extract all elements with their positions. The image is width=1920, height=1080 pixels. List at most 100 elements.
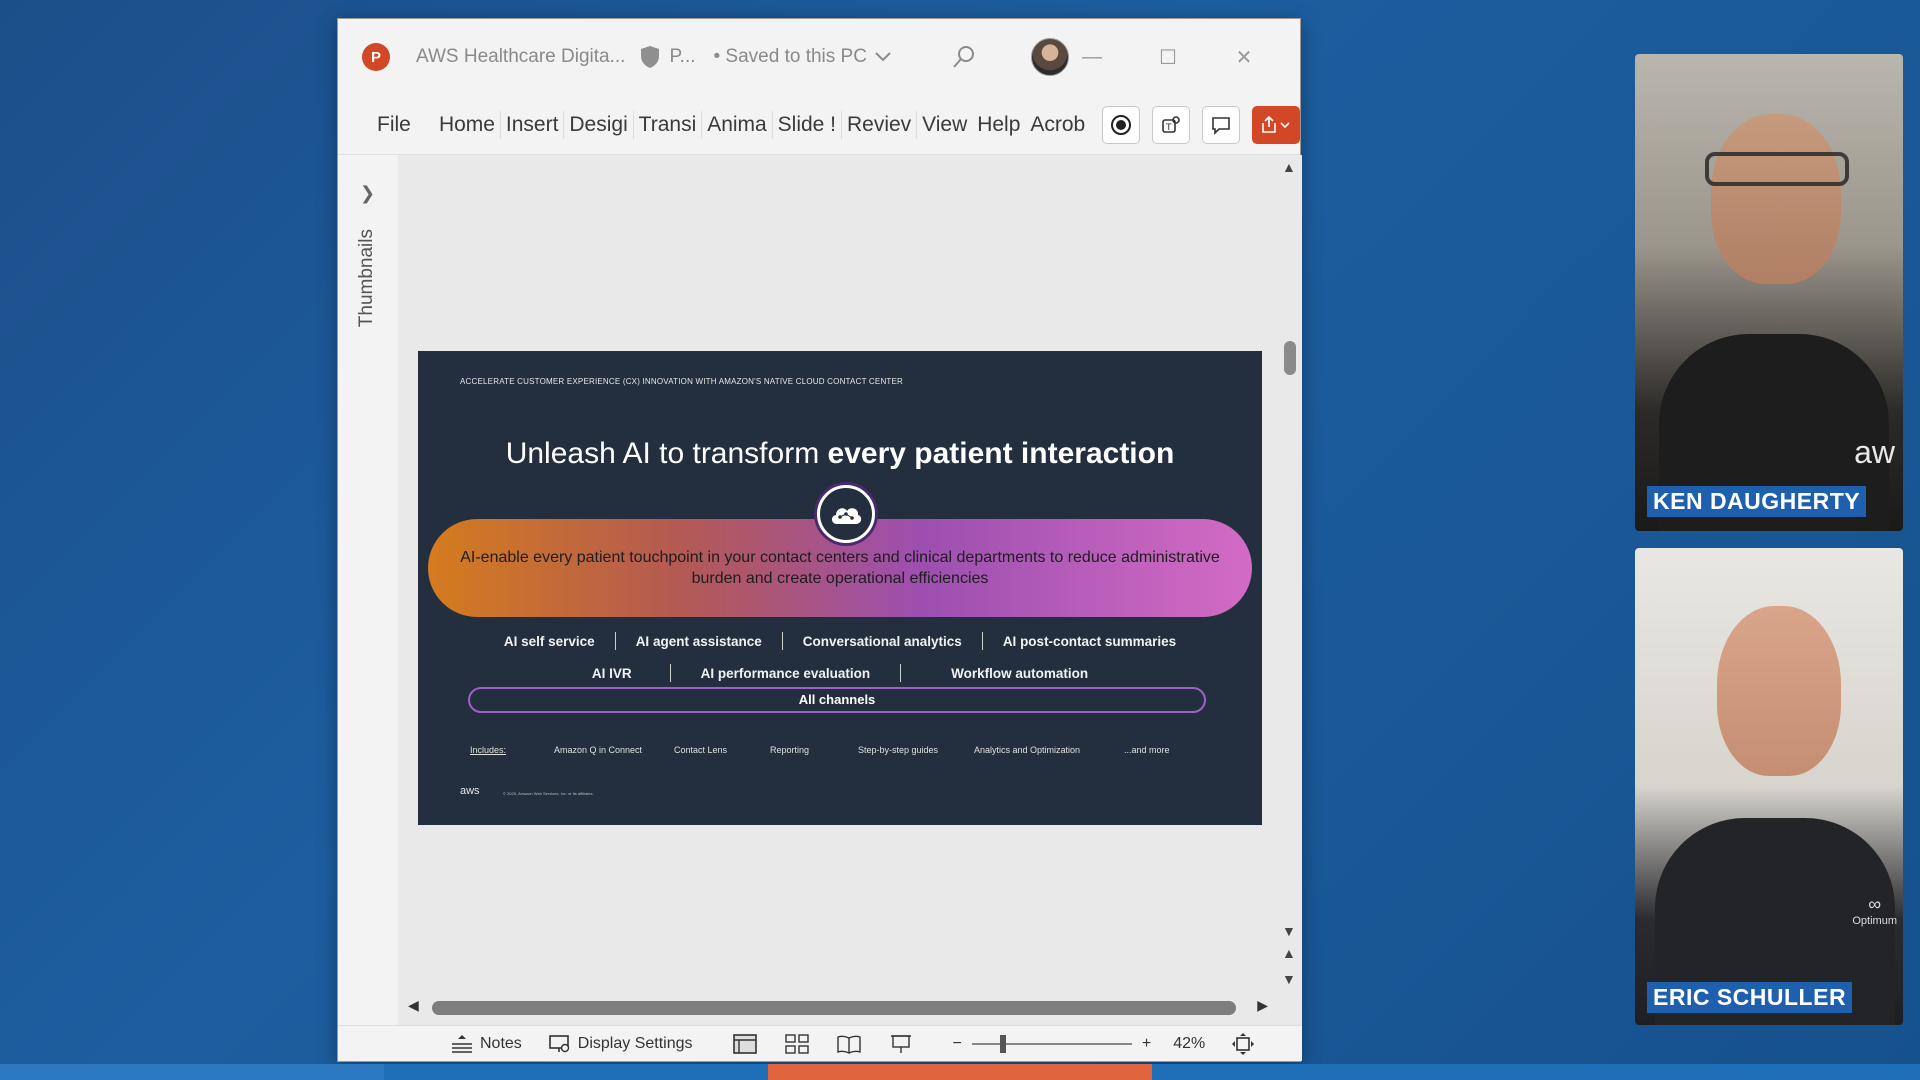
notes-button[interactable]: Notes <box>450 1033 522 1055</box>
comments-button[interactable] <box>1202 105 1241 144</box>
scroll-right-icon[interactable]: ▶ <box>1257 997 1268 1014</box>
zoom-slider[interactable] <box>971 1034 1132 1053</box>
participant-name-tag: ERIC SCHULLER <box>1647 982 1853 1013</box>
tab-animations[interactable]: Anima <box>702 113 771 137</box>
copyright-text: © 2025, Amazon Web Services, Inc. or its… <box>503 791 594 796</box>
tab-review[interactable]: Reviev <box>842 113 916 137</box>
participant-logo-text: Optimum <box>1852 915 1897 927</box>
teams-button[interactable]: T <box>1152 105 1191 144</box>
capability-item: AI agent assistance <box>635 633 762 649</box>
bottom-strip-segment <box>0 1064 384 1080</box>
powerpoint-logo-icon: P <box>362 43 390 71</box>
aws-logo: aws <box>460 785 480 797</box>
document-title[interactable]: AWS Healthcare Digita... <box>416 46 625 68</box>
zoom-level[interactable]: 42% <box>1173 1035 1205 1053</box>
svg-text:T: T <box>1165 123 1172 133</box>
notes-label: Notes <box>480 1034 522 1052</box>
display-settings-button[interactable]: Display Settings <box>548 1033 693 1055</box>
maximize-icon[interactable]: ☐ <box>1130 37 1206 77</box>
scroll-down-icon[interactable]: ▼ <box>1282 923 1296 939</box>
tab-transitions[interactable]: Transi <box>634 113 702 137</box>
cloud-ai-icon <box>817 485 875 543</box>
participant-face <box>1711 114 1841 284</box>
tab-insert[interactable]: Insert <box>501 113 563 137</box>
record-icon <box>1111 114 1132 135</box>
scroll-up-icon[interactable]: ▲ <box>1282 159 1296 175</box>
includes-row: Includes: Amazon Q in Connect Contact Le… <box>470 745 1170 755</box>
capability-item: AI IVR <box>591 665 632 681</box>
comment-icon <box>1212 116 1230 135</box>
tab-home[interactable]: Home <box>434 113 500 137</box>
slideshow-icon[interactable] <box>889 1034 913 1054</box>
glasses-icon <box>1705 152 1849 186</box>
include-item: Analytics and Optimization <box>974 745 1081 755</box>
share-button[interactable] <box>1252 105 1301 144</box>
chevron-right-icon[interactable]: ❯ <box>360 183 375 204</box>
share-icon <box>1262 115 1290 133</box>
shield-icon[interactable] <box>639 45 661 69</box>
search-icon[interactable] <box>949 42 979 72</box>
saved-status-text: • Saved to this PC <box>713 46 867 67</box>
capability-item: AI self service <box>503 633 595 649</box>
participant-logo: aw <box>1854 434 1895 470</box>
status-bar: Notes Display Settings − + 42% <box>338 1025 1302 1061</box>
chevron-down-icon <box>875 52 891 62</box>
participant-video-2[interactable]: ∞ Optimum ERIC SCHULLER <box>1635 548 1903 1025</box>
reading-view-icon[interactable] <box>836 1034 861 1054</box>
include-item: Step-by-step guides <box>858 745 939 755</box>
slide-sorter-icon[interactable] <box>784 1033 809 1054</box>
slide-kicker: ACCELERATE CUSTOMER EXPERIENCE (CX) INNO… <box>460 377 904 386</box>
tab-slide-show[interactable]: Slide ! <box>773 113 841 137</box>
vertical-scroll-thumb[interactable] <box>1284 341 1296 375</box>
capability-item: AI performance evaluation <box>700 665 871 681</box>
bottom-strip-accent <box>768 1064 1152 1080</box>
thumbnails-pane: ❯ Thumbnails <box>338 155 398 1027</box>
tab-view[interactable]: View <box>917 113 972 137</box>
display-settings-icon <box>548 1034 569 1052</box>
slide-title: Unleash AI to transform every patient in… <box>418 437 1262 471</box>
scroll-left-icon[interactable]: ◀ <box>408 997 419 1014</box>
horizontal-scroll-thumb[interactable] <box>432 1001 1236 1015</box>
capabilities-row-1: AI self service AI agent assistance Conv… <box>418 632 1262 650</box>
record-button[interactable] <box>1102 105 1141 144</box>
tab-file[interactable]: File <box>372 113 434 137</box>
next-slide-icon[interactable]: ▼ <box>1282 971 1296 987</box>
slide-canvas[interactable]: ACCELERATE CUSTOMER EXPERIENCE (CX) INNO… <box>418 351 1262 825</box>
participant-face <box>1717 606 1841 776</box>
tab-design[interactable]: Desigi <box>564 113 632 137</box>
participant-name-tag: KEN DAUGHERTY <box>1647 486 1867 517</box>
slide-title-bold: every patient interaction <box>827 437 1175 470</box>
tab-help[interactable]: Help <box>972 113 1025 137</box>
display-settings-label: Display Settings <box>577 1034 693 1052</box>
thumbnails-label[interactable]: Thumbnails <box>356 229 378 327</box>
include-item: Reporting <box>770 745 810 755</box>
saved-status[interactable]: • Saved to this PC <box>714 46 891 68</box>
include-item: Contact Lens <box>674 745 728 755</box>
zoom-in-icon[interactable]: + <box>1142 1035 1151 1053</box>
zoom-control: − + 42% <box>953 1032 1256 1056</box>
window-controls: — ☐ ✕ <box>1054 37 1282 77</box>
teams-icon: T <box>1162 115 1180 133</box>
view-switcher <box>732 1033 913 1054</box>
previous-slide-icon[interactable]: ▲ <box>1282 945 1296 961</box>
horizontal-scrollbar[interactable]: ◀ ▶ <box>408 995 1268 1019</box>
tab-acrobat[interactable]: Acrob <box>1025 113 1090 137</box>
normal-view-icon[interactable] <box>732 1033 757 1054</box>
close-icon[interactable]: ✕ <box>1206 37 1282 77</box>
capabilities-row-2: AI IVR AI performance evaluation Workflo… <box>418 664 1262 682</box>
minimize-icon[interactable]: — <box>1054 37 1130 77</box>
zoom-out-icon[interactable]: − <box>953 1035 962 1053</box>
vertical-scrollbar[interactable]: ▲ ▼ ▲ ▼ <box>1276 155 1302 1005</box>
banner-text: AI-enable every patient touchpoint in yo… <box>460 549 1220 587</box>
ribbon-tabs: File Home Insert Desigi Transi Anima Sli… <box>338 95 1301 155</box>
include-item: Amazon Q in Connect <box>554 745 643 755</box>
include-item: ...and more <box>1124 745 1170 755</box>
zoom-slider-knob[interactable] <box>999 1034 1006 1053</box>
participant-logo: ∞ Optimum <box>1852 894 1897 927</box>
participant-video-1[interactable]: aw KEN DAUGHERTY <box>1635 54 1903 531</box>
all-channels-bar: All channels <box>468 687 1206 713</box>
fit-to-window-icon[interactable] <box>1231 1032 1255 1056</box>
sensitivity-label[interactable]: P... <box>669 46 695 68</box>
capability-item: Workflow automation <box>951 665 1089 681</box>
notes-icon <box>452 1034 472 1053</box>
